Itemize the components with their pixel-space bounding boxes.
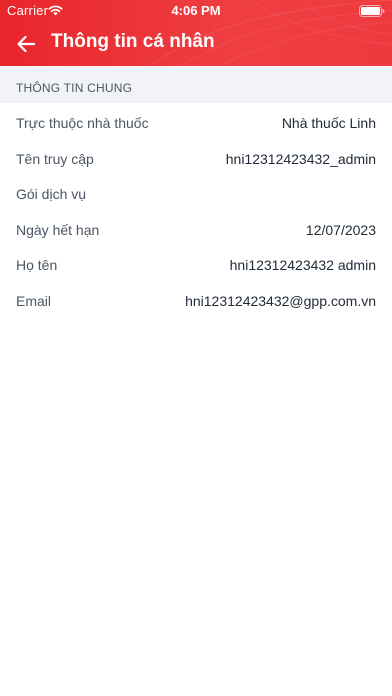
info-value: hni12312423432 admin [229,257,376,273]
info-row-service-package: Gói dịch vụ [0,174,392,210]
info-value: 12/07/2023 [305,221,376,238]
section-title: THÔNG TIN CHUNG [16,81,133,95]
info-row-pharmacy: Trực thuộc nhà thuốc Nhà thuốc Linh [0,103,392,139]
info-value: hni12312423432_admin [225,150,376,167]
info-label: Gói dịch vụ [16,186,87,202]
info-row-username: Tên truy cập hni12312423432_admin [0,139,392,175]
battery-icon [359,5,385,17]
app-header: Carrier 4:06 PM Thông tin cá nhân [0,0,392,66]
section-header: THÔNG TIN CHUNG [0,66,392,103]
info-label: Email [16,292,52,309]
info-row-expiry-date: Ngày hết hạn 12/07/2023 [0,210,392,246]
status-time: 4:06 PM [171,3,221,18]
arrow-left-icon [17,35,36,53]
info-value: Nhà thuốc Linh [281,115,376,131]
status-bar: Carrier 4:06 PM [0,0,392,22]
info-row-full-name: Họ tên hni12312423432 admin [0,245,392,281]
back-button[interactable] [8,28,44,60]
info-label: Tên truy cập [16,150,94,167]
info-row-email: Email hni12312423432@gpp.com.vn [0,281,392,317]
info-label: Trực thuộc nhà thuốc [16,115,149,131]
navigation-bar: Thông tin cá nhân [0,22,392,66]
info-list: Trực thuộc nhà thuốc Nhà thuốc Linh Tên … [0,103,392,316]
info-value: hni12312423432@gpp.com.vn [185,292,376,309]
info-label: Họ tên [16,257,58,273]
info-label: Ngày hết hạn [16,221,100,238]
page-title: Thông tin cá nhân [51,31,215,52]
